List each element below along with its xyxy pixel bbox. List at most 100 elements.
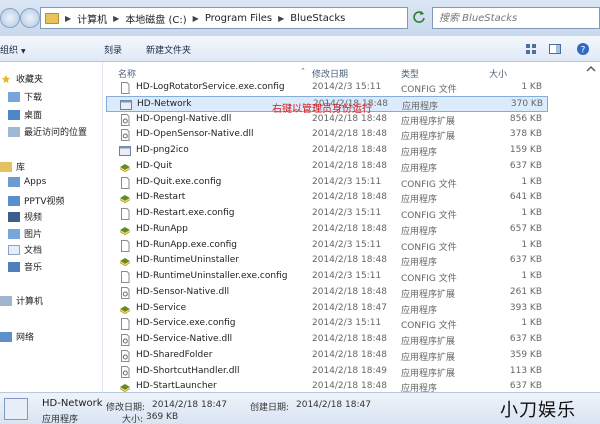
- file-name: HD-Service: [136, 302, 187, 313]
- size-value: 369 KB: [146, 412, 179, 422]
- file-type: 应用程序: [402, 101, 439, 112]
- file-row[interactable]: HD-Quit 2014/2/18 18:48 应用程序 637 KB: [106, 159, 548, 175]
- dll-file-icon: [119, 349, 131, 362]
- chevron-right-icon: ▶: [113, 13, 120, 23]
- annotation-text: 右键以管理员身份运行: [272, 104, 372, 115]
- pictures-icon: [8, 228, 20, 239]
- file-row[interactable]: HD-RuntimeUninstaller.exe.config 2014/2/3…: [106, 269, 548, 285]
- sidebar-item-desktop[interactable]: 桌面: [8, 108, 42, 121]
- back-button[interactable]: [0, 8, 20, 28]
- file-date: 2014/2/3 15:11: [312, 208, 382, 218]
- file-row[interactable]: HD-png2ico 2014/2/18 18:48 应用程序 159 KB: [106, 143, 548, 159]
- file-date: 2014/2/3 15:11: [312, 318, 382, 329]
- file-date: 2014/2/18 18:48: [312, 223, 387, 234]
- file-row[interactable]: HD-Quit.exe.config 2014/2/3 15:11 CONFIG 文…: [106, 175, 548, 191]
- file-name: HD-Service.exe.config: [136, 318, 236, 329]
- file-row[interactable]: HD-Sensor-Native.dll 2014/2/18 18:48 应用程序扩…: [106, 285, 548, 301]
- file-date: 2014/2/18 18:48: [312, 255, 387, 266]
- view-options-icon[interactable]: [524, 42, 538, 56]
- file-type: CONFIG 文件: [401, 211, 457, 221]
- file-type: 应用程序扩展: [401, 337, 456, 347]
- organize-menu[interactable]: 组织 ▼: [0, 43, 26, 56]
- file-row[interactable]: HD-Service 2014/2/18 18:47 应用程序 393 KB: [106, 301, 548, 317]
- file-type: 应用程序扩展: [401, 116, 456, 127]
- selected-file-type: 应用程序: [42, 415, 79, 424]
- file-type: 应用程序扩展: [401, 289, 456, 300]
- file-row[interactable]: HD-Restart.exe.config 2014/2/3 15:11 CONFI…: [106, 206, 548, 222]
- apps-library-icon: [8, 177, 20, 187]
- config-file-icon: [119, 271, 131, 283]
- file-size: 1 KB: [521, 82, 542, 92]
- sidebar-item-favorites[interactable]: 收藏夹: [0, 72, 43, 85]
- file-row[interactable]: HD-RunApp.exe.config 2014/2/3 15:11 CONFIG…: [106, 238, 548, 254]
- column-header-size[interactable]: 大小: [489, 67, 507, 80]
- file-name: HD-RunApp: [136, 223, 188, 234]
- file-row[interactable]: HD-SharedFolder 2014/2/18 18:48 应用程序扩展 359 …: [106, 348, 548, 364]
- sidebar-item-pptv[interactable]: PPTV视频: [8, 194, 65, 207]
- search-input[interactable]: [432, 7, 600, 29]
- documents-icon: [8, 244, 20, 255]
- sidebar-item-recent[interactable]: 最近访问的位置: [8, 125, 87, 138]
- file-size: 1 KB: [521, 176, 542, 187]
- scroll-up-icon[interactable]: [584, 62, 598, 76]
- file-size: 393 KB: [509, 302, 542, 313]
- new-folder-button[interactable]: 新建文件夹: [146, 43, 191, 56]
- sidebar-item-pictures[interactable]: 图片: [8, 227, 42, 240]
- forward-button[interactable]: [20, 8, 40, 28]
- file-row[interactable]: HD-ShortcutHandler.dll 2014/2/18 18:49 应用程…: [106, 364, 548, 380]
- created-value: 2014/2/18 18:47: [296, 400, 371, 410]
- column-header-date[interactable]: 修改日期: [312, 67, 348, 80]
- file-type: 应用程序: [401, 305, 438, 316]
- file-date: 2014/2/18 18:48: [312, 160, 387, 171]
- breadcrumb-bluestacks[interactable]: BlueStacks: [290, 13, 345, 24]
- sidebar-item-music[interactable]: 音乐: [8, 260, 42, 273]
- file-date: 2014/2/18 18:48: [312, 113, 387, 124]
- file-date: 2014/2/18 18:48: [312, 381, 387, 392]
- column-header-type[interactable]: 类型: [401, 67, 419, 80]
- refresh-icon[interactable]: [412, 10, 426, 24]
- config-file-icon: [119, 239, 131, 252]
- breadcrumb-computer[interactable]: 计算机: [77, 11, 107, 26]
- sidebar-item-apps[interactable]: Apps: [8, 177, 46, 187]
- svg-text:?: ?: [581, 46, 586, 56]
- file-size: 370 KB: [510, 98, 543, 109]
- file-row[interactable]: HD-Restart 2014/2/18 18:48 应用程序 641 KB: [106, 190, 548, 206]
- breadcrumb-program-files[interactable]: Program Files: [205, 13, 272, 24]
- desktop-icon: [8, 109, 20, 120]
- dll-file-icon: [119, 113, 131, 126]
- file-date: 2014/2/18 18:48: [312, 349, 387, 360]
- file-name: HD-ShortcutHandler.dll: [136, 365, 240, 376]
- sidebar-item-videos[interactable]: 视频: [8, 210, 42, 223]
- sidebar-item-libraries[interactable]: 库: [0, 160, 25, 173]
- bluestacks-file-icon: [119, 255, 131, 267]
- file-type: CONFIG 文件: [401, 321, 457, 332]
- file-size: 1 KB: [521, 239, 542, 250]
- sidebar-item-computer[interactable]: 计算机: [0, 294, 43, 307]
- breadcrumb-drive-c[interactable]: 本地磁盘 (C:): [125, 11, 186, 26]
- file-row[interactable]: HD-RuntimeUninstaller 2014/2/18 18:48 应用程序…: [106, 253, 548, 269]
- sidebar-item-downloads[interactable]: 下载: [8, 90, 42, 103]
- config-file-icon: [119, 176, 131, 189]
- file-row[interactable]: HD-RunApp 2014/2/18 18:48 应用程序 657 KB: [106, 222, 548, 238]
- config-file-icon: [119, 318, 131, 331]
- file-type: CONFIG 文件: [401, 179, 457, 190]
- sidebar-item-network[interactable]: 网络: [0, 330, 34, 343]
- column-header-name[interactable]: 名称: [118, 67, 136, 80]
- bluestacks-file-icon: [119, 192, 131, 204]
- burn-button[interactable]: 刻录: [104, 43, 122, 56]
- film-icon: [8, 211, 20, 222]
- preview-pane-icon[interactable]: [548, 42, 562, 56]
- help-icon[interactable]: ?: [576, 42, 590, 56]
- file-name: HD-Opengl-Native.dll: [136, 113, 232, 124]
- watermark-text: 小刀娱乐: [500, 400, 576, 421]
- file-size: 113 KB: [509, 365, 542, 376]
- file-row[interactable]: HD-OpenSensor-Native.dll 2014/2/18 18:48 应…: [106, 127, 548, 143]
- file-row[interactable]: HD-LogRotatorService.exe.config 2014/2/3 …: [106, 80, 548, 96]
- toolbar: 组织 ▼ 刻录 新建文件夹 ?: [0, 36, 600, 62]
- sidebar-item-documents[interactable]: 文档: [8, 243, 42, 256]
- address-bar[interactable]: ▶ 计算机 ▶ 本地磁盘 (C:) ▶ Program Files ▶ Blue…: [40, 7, 408, 29]
- file-row[interactable]: HD-Service.exe.config 2014/2/3 15:11 CONFI…: [106, 316, 548, 332]
- file-row[interactable]: HD-Service-Native.dll 2014/2/18 18:48 应用程序…: [106, 332, 548, 348]
- file-date: 2014/2/18 18:48: [312, 192, 387, 203]
- file-type: 应用程序: [401, 148, 438, 158]
